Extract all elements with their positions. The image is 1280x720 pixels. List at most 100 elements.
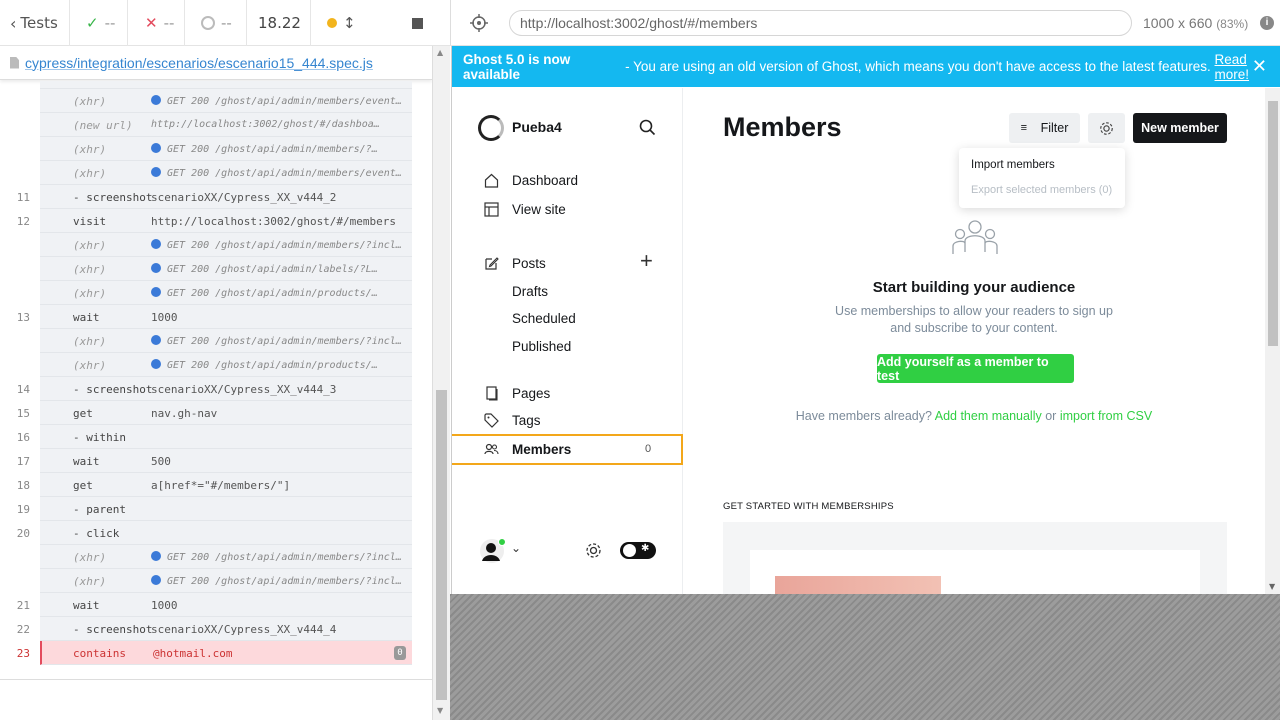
export-members-menu-item[interactable]: Export selected members (0)	[971, 184, 1112, 196]
stop-button[interactable]	[412, 0, 436, 46]
command-name: wait	[73, 599, 100, 612]
command-name: wait	[73, 455, 100, 468]
command-message: http://localhost:3002/ghost/#/dashboa…	[151, 119, 380, 130]
command-name: (xhr)	[73, 143, 107, 156]
passed-stat: ✓ --	[70, 0, 128, 46]
users-icon	[484, 443, 499, 454]
search-icon[interactable]	[639, 119, 656, 136]
command-name: - parent	[73, 503, 126, 516]
failed-stat: ✕ --	[128, 0, 185, 46]
command-name: (xhr)	[73, 95, 107, 108]
scroll-down-arrow-icon[interactable]: ▼	[437, 706, 443, 715]
command-row[interactable]: 18 get a[href*="#/members/"]	[17, 473, 412, 497]
scrollbar-thumb[interactable]	[436, 390, 447, 700]
command-row[interactable]: (xhr) GET 200 /ghost/api/admin/members/ev…	[40, 89, 412, 113]
command-row[interactable]: (xhr) GET 200 /ghost/api/admin/products/…	[40, 281, 412, 305]
nav-posts[interactable]: Posts	[484, 253, 546, 273]
request-dot-icon	[151, 263, 161, 273]
command-message: scenarioXX/Cypress_XX_v444_3	[151, 383, 337, 396]
command-row[interactable]: 17 wait 500	[17, 449, 412, 473]
command-name: contains	[73, 647, 126, 660]
nav-drafts[interactable]: Drafts	[512, 284, 548, 299]
add-yourself-button[interactable]: Add yourself as a member to test	[877, 354, 1074, 383]
command-message: GET 200 /ghost/api/admin/members/?…	[151, 143, 407, 155]
request-dot-icon	[151, 239, 161, 249]
members-actions-button[interactable]	[1088, 113, 1125, 143]
online-status-dot	[498, 538, 506, 546]
command-row[interactable]: 19 - parent	[17, 497, 412, 521]
command-message: GET 200 /ghost/api/admin/members/?includ…	[151, 239, 407, 251]
url-bar[interactable]: http://localhost:3002/ghost/#/members	[509, 10, 1132, 36]
import-members-menu-item[interactable]: Import members	[971, 159, 1055, 171]
command-row[interactable]: (xhr) GET 200 /ghost/api/admin/members/ev…	[40, 161, 412, 185]
command-row[interactable]: (new url) http://localhost:3002/ghost/#/d…	[40, 113, 412, 137]
chevron-down-icon[interactable]: ⌄	[511, 541, 521, 555]
gear-icon[interactable]	[585, 542, 602, 559]
command-name: (xhr)	[73, 263, 107, 276]
scroll-up-arrow-icon[interactable]: ▲	[437, 48, 443, 57]
user-avatar[interactable]	[480, 538, 506, 563]
command-message: scenarioXX/Cypress_XX_v444_2	[151, 191, 337, 204]
ghost-sidebar: Pueba4 Dashboard View site Posts + Draft…	[452, 88, 683, 594]
command-row[interactable]: (xhr) GET 200 /ghost/api/admin/products/…	[40, 353, 412, 377]
reporter-scrollbar[interactable]: ▲ ▼	[432, 46, 450, 720]
command-row[interactable]: 21 wait 1000	[17, 593, 412, 617]
command-number: 17	[16, 455, 30, 468]
viewport-info[interactable]: 1000 x 660 (83%)	[1143, 15, 1248, 31]
nav-pages[interactable]: Pages	[484, 383, 550, 403]
audience-illustration-icon	[952, 220, 998, 254]
nav-scheduled[interactable]: Scheduled	[512, 311, 576, 326]
site-logo[interactable]	[478, 115, 504, 141]
aut-header: http://localhost:3002/ghost/#/members 10…	[450, 0, 1280, 46]
nav-published[interactable]: Published	[512, 339, 571, 354]
status-indicator[interactable]: ↕	[311, 0, 361, 46]
theme-toggle[interactable]: ✱	[620, 542, 656, 559]
empty-state-title: Start building your audience	[872, 279, 1076, 296]
nav-view-site[interactable]: View site	[484, 199, 566, 219]
filter-button[interactable]: ≡ Filter	[1009, 113, 1080, 143]
selector-playground-button[interactable]	[470, 14, 488, 32]
site-title[interactable]: Pueba4	[512, 119, 562, 135]
scrollbar-thumb[interactable]	[1268, 101, 1278, 346]
new-member-button[interactable]: New member	[1133, 113, 1227, 143]
command-row[interactable]: 20 - click	[17, 521, 412, 545]
nav-members[interactable]: Members	[484, 439, 571, 459]
command-row[interactable]: (xhr)GET 200 /ghost/api/admin/members/?s…	[40, 81, 412, 89]
sun-icon: ✱	[641, 543, 650, 554]
command-row[interactable]: 16 - within	[17, 425, 412, 449]
command-row-failed[interactable]: 23 contains @hotmail.com 0	[17, 641, 412, 665]
command-message: GET 200 /ghost/api/admin/labels/?L…	[151, 263, 407, 275]
command-message: @hotmail.com	[153, 647, 233, 660]
command-number: 23	[16, 647, 30, 660]
tests-back-button[interactable]: ‹ Tests	[0, 0, 70, 46]
command-row[interactable]: (xhr) GET 200 /ghost/api/admin/members/?…	[40, 137, 412, 161]
info-icon[interactable]: i	[1260, 16, 1274, 30]
command-row[interactable]: 11 - screenshot scenarioXX/Cypress_XX_v444…	[17, 185, 412, 209]
command-name: - screenshot	[73, 191, 153, 204]
command-row[interactable]: 12 visit http://localhost:3002/ghost/#/mem…	[17, 209, 412, 233]
request-dot-icon	[151, 167, 161, 177]
command-message: 1000	[151, 311, 178, 324]
command-row[interactable]: (xhr) GET 200 /ghost/api/admin/members/?i…	[40, 233, 412, 257]
nav-tags[interactable]: Tags	[484, 410, 541, 430]
new-post-plus-icon[interactable]: +	[640, 250, 653, 272]
nav-dashboard[interactable]: Dashboard	[484, 170, 578, 190]
command-row[interactable]: (xhr) GET 200 /ghost/api/admin/members/?i…	[40, 569, 412, 593]
add-manually-link[interactable]: Add them manually	[935, 409, 1042, 423]
command-row[interactable]: 13 wait 1000	[17, 305, 412, 329]
command-row[interactable]: (xhr) GET 200 /ghost/api/admin/labels/?L…	[40, 257, 412, 281]
close-icon[interactable]: ✕	[1252, 57, 1267, 75]
import-csv-link[interactable]: import from CSV	[1060, 409, 1152, 423]
read-more-link[interactable]: Read more!	[1215, 52, 1280, 82]
command-row[interactable]: (xhr) GET 200 /ghost/api/admin/members/?i…	[40, 329, 412, 353]
command-name: (xhr)	[73, 335, 107, 348]
scroll-down-arrow-icon[interactable]: ▼	[1269, 582, 1275, 591]
command-number: 19	[16, 503, 30, 516]
command-row[interactable]: 22 - screenshot scenarioXX/Cypress_XX_v444…	[17, 617, 412, 641]
spec-path-link[interactable]: cypress/integration/escenarios/escenario…	[25, 55, 373, 71]
request-dot-icon	[151, 143, 161, 153]
command-row[interactable]: 15 get nav.gh-nav	[17, 401, 412, 425]
app-scrollbar[interactable]: ▼	[1265, 88, 1280, 594]
command-row[interactable]: (xhr) GET 200 /ghost/api/admin/members/?i…	[40, 545, 412, 569]
command-row[interactable]: 14 - screenshot scenarioXX/Cypress_XX_v444…	[17, 377, 412, 401]
